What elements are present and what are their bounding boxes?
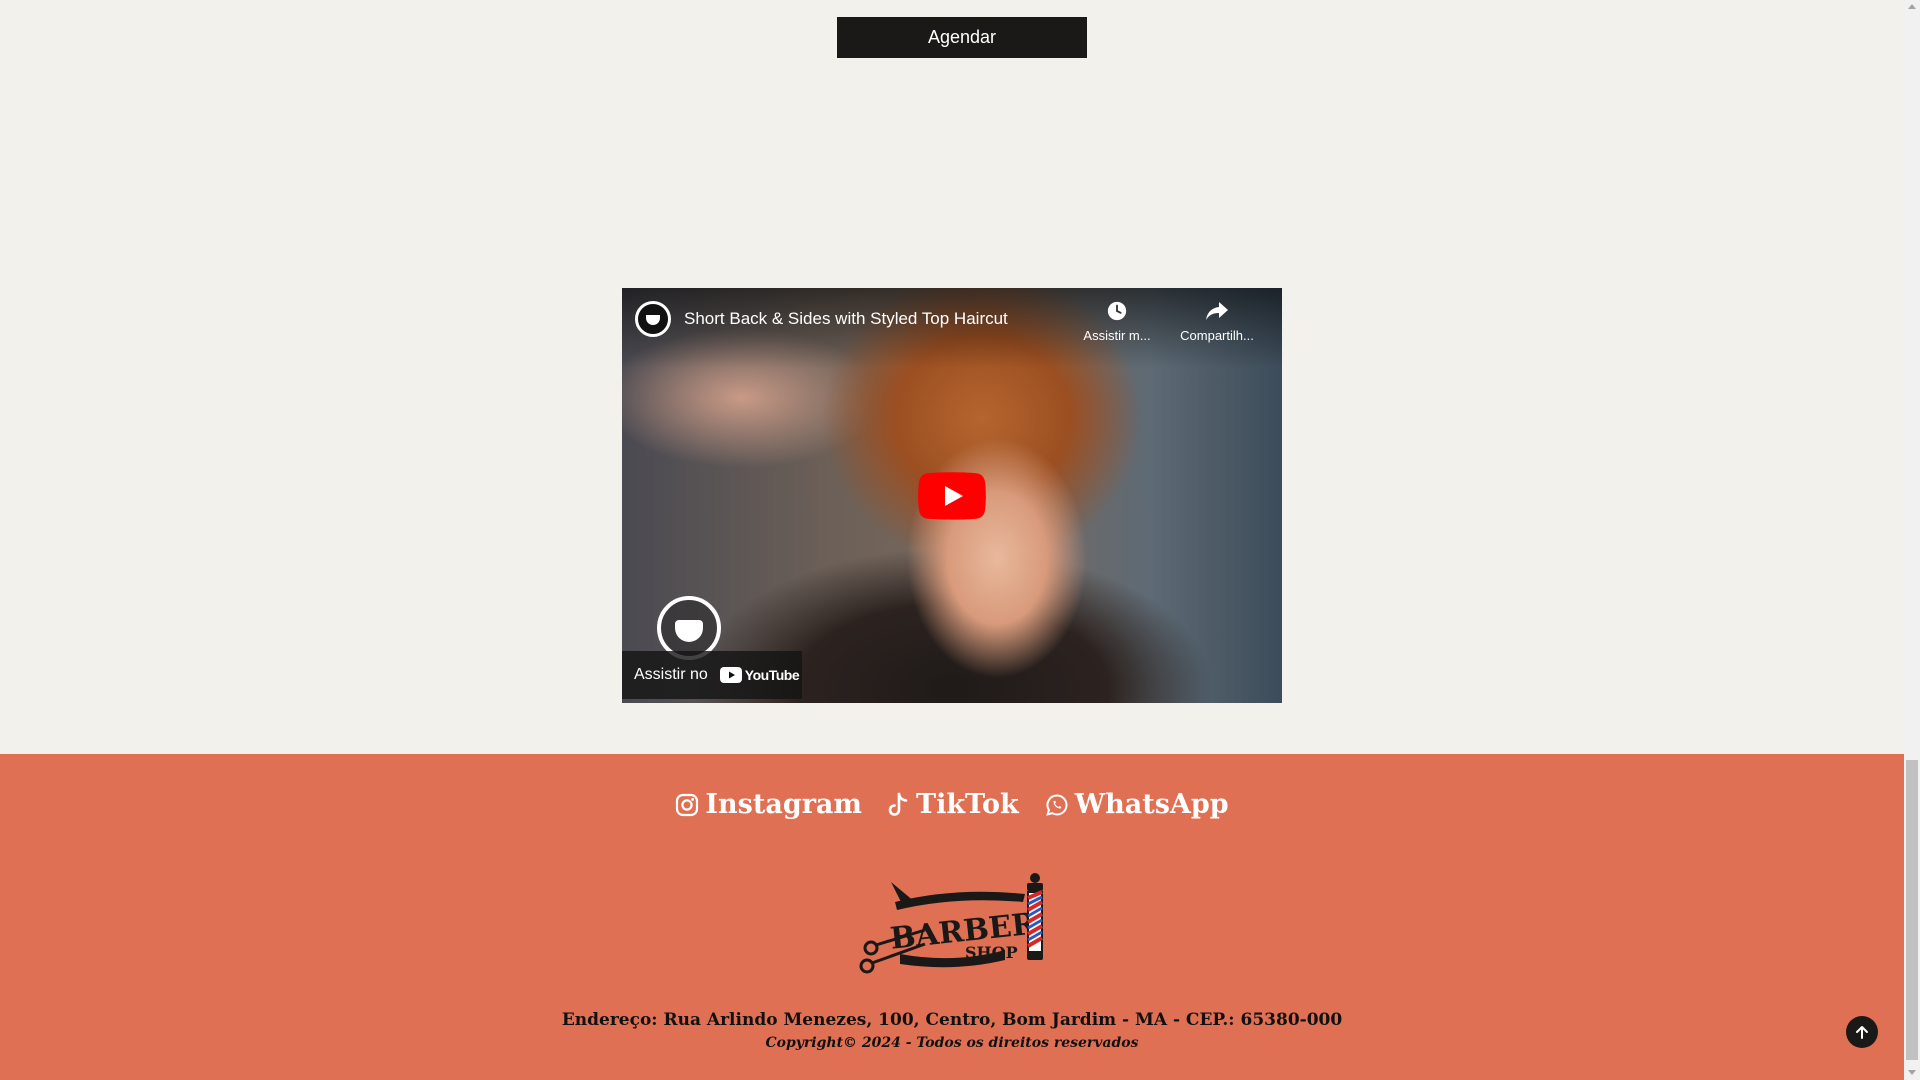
youtube-logo: YouTube <box>719 667 800 683</box>
barber-shop-logo: BARBER SHOP <box>859 873 1043 974</box>
tiktok-icon <box>888 792 908 816</box>
social-links: Instagram TikTok WhatsApp <box>0 789 1904 820</box>
channel-avatar[interactable] <box>635 301 671 337</box>
tiktok-label: TikTok <box>916 789 1019 820</box>
barber-pole-icon <box>1027 873 1043 960</box>
page: Agendar Short Back & Sides with Styled T… <box>0 0 1904 1080</box>
footer: Instagram TikTok WhatsApp BARBER SHOP En… <box>0 754 1904 1080</box>
youtube-icon <box>719 667 742 683</box>
page-scrollbar[interactable] <box>1904 0 1920 1080</box>
video-title[interactable]: Short Back & Sides with Styled Top Hairc… <box>684 309 1008 329</box>
watch-on-label: Assistir no <box>634 666 708 683</box>
watch-later-label: Assistir m... <box>1083 328 1151 343</box>
back-to-top-button[interactable] <box>1846 1016 1878 1048</box>
logo-text-shop: SHOP <box>965 943 1018 962</box>
arrow-up-icon <box>1856 1026 1868 1039</box>
watch-later-button[interactable]: Assistir m... <box>1072 300 1162 343</box>
scroll-down-arrow[interactable] <box>1908 1070 1916 1075</box>
instagram-link[interactable]: Instagram <box>675 789 862 820</box>
schedule-button[interactable]: Agendar <box>837 17 1087 58</box>
whatsapp-icon <box>1046 793 1068 816</box>
play-button[interactable] <box>918 472 986 520</box>
whatsapp-label: WhatsApp <box>1074 789 1229 820</box>
instagram-label: Instagram <box>705 789 862 820</box>
scroll-up-arrow[interactable] <box>1908 4 1916 9</box>
tiktok-link[interactable]: TikTok <box>888 789 1019 820</box>
clock-icon <box>1107 301 1127 321</box>
whatsapp-link[interactable]: WhatsApp <box>1045 789 1229 820</box>
copyright-text: Copyright© 2024 - Todos os direitos rese… <box>765 1035 1139 1051</box>
watch-on-youtube-button[interactable]: Assistir no YouTube <box>622 651 802 699</box>
scroll-thumb[interactable] <box>1906 760 1918 1060</box>
instagram-icon <box>676 793 699 816</box>
share-button[interactable]: Compartilh... <box>1172 300 1262 343</box>
share-icon <box>1206 302 1228 320</box>
share-label: Compartilh... <box>1180 328 1254 343</box>
youtube-wordmark: YouTube <box>744 667 800 683</box>
youtube-embed[interactable]: Short Back & Sides with Styled Top Hairc… <box>622 288 1282 703</box>
address-text: Endereço: Rua Arlindo Menezes, 100, Cent… <box>561 1010 1343 1030</box>
